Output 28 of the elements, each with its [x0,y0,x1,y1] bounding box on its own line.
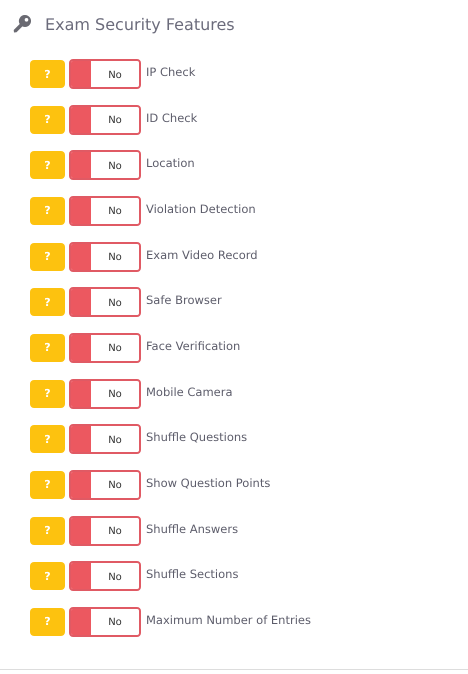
section-title: Exam Security Features [45,14,235,34]
toggle-switch[interactable]: No [69,424,141,454]
toggle-switch[interactable]: No [69,150,141,180]
toggle-switch[interactable]: No [69,196,141,226]
toggle-switch[interactable]: No [69,287,141,318]
feature-label: Maximum Number of Entries [146,612,311,627]
feature-label: Violation Detection [146,202,256,216]
toggle-switch[interactable]: No [69,470,141,500]
feature-label: IP Check [146,65,196,79]
toggle-switch[interactable]: No [69,378,141,409]
toggle-switch[interactable]: No [69,561,141,592]
toggle-switch[interactable]: No [69,104,141,135]
feature-label: Show Question Points [146,476,270,490]
key-icon [12,14,32,34]
toggle-switch[interactable]: No [69,242,141,272]
feature-label: Safe Browser [146,293,222,308]
toggle-switch[interactable]: No [69,516,141,546]
toggle-switch[interactable]: No [69,332,141,363]
feature-label: ID Check [146,110,198,125]
feature-label: Mobile Camera [146,384,233,399]
feature-label: Exam Video Record [146,248,258,262]
feature-label: Face Verification [146,338,240,353]
feature-label: Shuffle Answers [146,522,238,536]
toggle-switch[interactable]: No [69,606,141,637]
feature-label: Shuffle Questions [146,430,248,444]
feature-label: Shuffle Sections [146,567,238,582]
feature-label: Location [146,156,195,170]
toggle-switch[interactable]: No [69,59,141,89]
